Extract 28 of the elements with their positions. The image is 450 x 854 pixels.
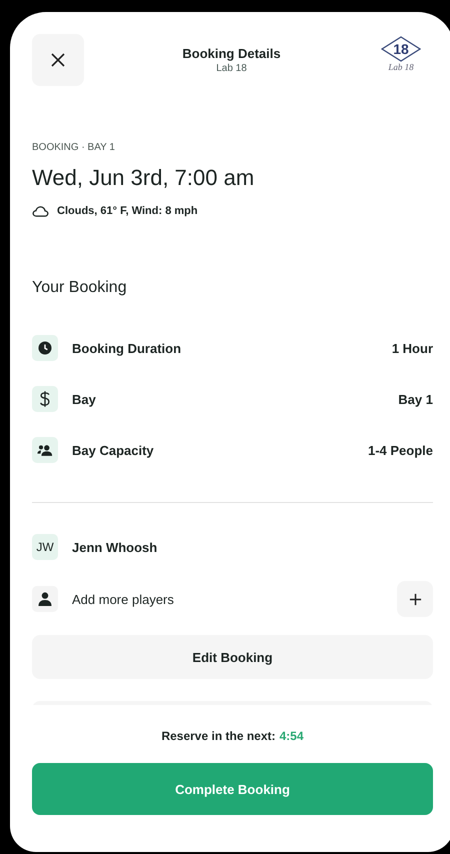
edit-booking-button[interactable]: Edit Booking [32, 635, 433, 679]
section-title: Your Booking [32, 279, 128, 297]
player-avatar: JW [32, 534, 58, 560]
dollar-icon [39, 390, 51, 408]
screen-subtitle: Lab 18 [216, 63, 247, 74]
close-icon [50, 52, 66, 68]
booking-label: BOOKING · BAY 1 [32, 142, 116, 153]
timer-label: Reserve in the next: [161, 729, 276, 743]
cloud-icon [32, 206, 49, 216]
add-players-label: Add more players [72, 592, 175, 606]
people-icon [37, 444, 53, 456]
player-name: Jenn Whoosh [72, 540, 158, 554]
close-button[interactable] [32, 34, 84, 86]
detail-label: Booking Duration [72, 340, 182, 356]
detail-value: Bay 1 [398, 392, 433, 406]
plus-icon [408, 592, 422, 606]
person-icon [38, 592, 52, 606]
screen-title: Booking Details [182, 46, 281, 61]
countdown: 4:54 [280, 729, 304, 743]
booking-date: Wed, Jun 3rd, 7:00 am [32, 165, 256, 191]
logo: 18 Lab 18 [379, 36, 423, 84]
detail-value: 1 Hour [392, 340, 433, 356]
add-player-button[interactable] [397, 581, 433, 617]
clock-icon [38, 341, 52, 355]
detail-value: 1-4 People [368, 442, 433, 458]
detail-label: Bay [72, 392, 97, 406]
detail-label: Bay Capacity [72, 442, 155, 458]
weather-text: Clouds, 61° F, Wind: 8 mph [57, 205, 198, 217]
